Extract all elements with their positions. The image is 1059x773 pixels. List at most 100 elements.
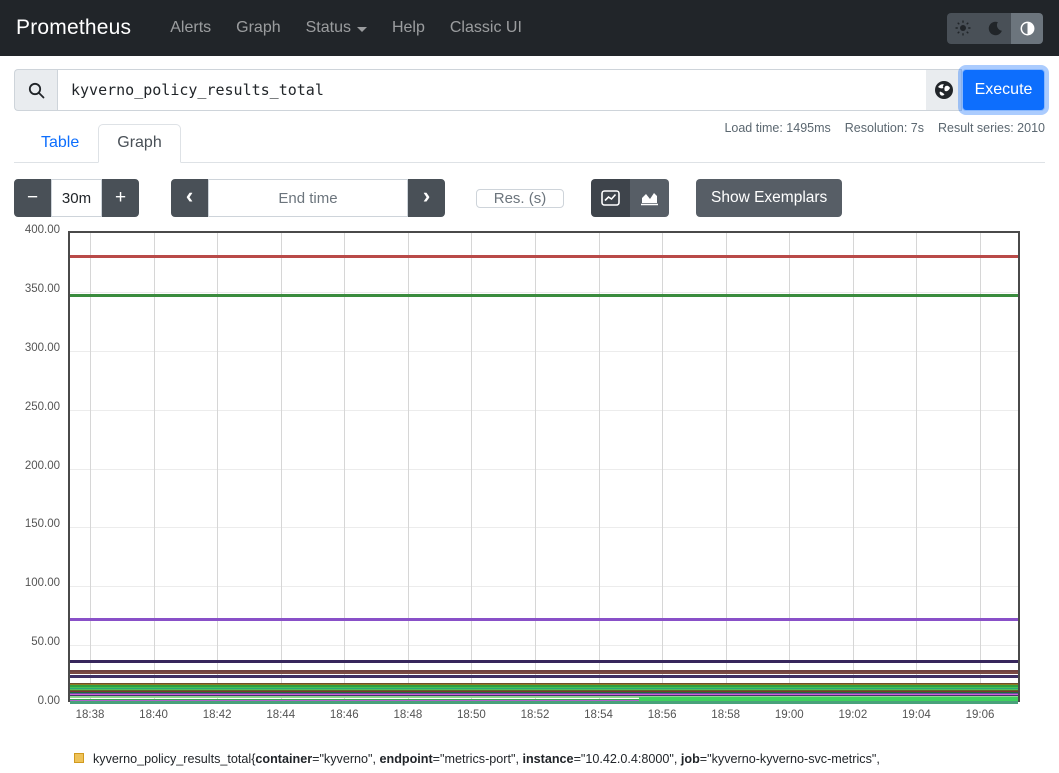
- legend-label: kyverno_policy_results_total{container="…: [93, 749, 927, 773]
- v-gridline: [281, 233, 282, 700]
- h-gridline: [70, 351, 1018, 352]
- v-gridline: [662, 233, 663, 700]
- x-tick-label: 18:50: [457, 709, 486, 721]
- auto-theme-icon: [1020, 21, 1035, 36]
- resolution: Resolution: 7s: [845, 121, 924, 135]
- moon-icon: [988, 21, 1003, 36]
- series-line-flat-26: [70, 672, 1018, 674]
- v-gridline: [344, 233, 345, 700]
- query-row: Execute: [14, 69, 1045, 111]
- v-gridline: [90, 233, 91, 700]
- x-tick-label: 18:54: [584, 709, 613, 721]
- x-tick-label: 18:40: [139, 709, 168, 721]
- h-gridline: [70, 292, 1018, 293]
- tab-bar: Table Graph Load time: 1495ms Resolution…: [14, 119, 1045, 163]
- decrease-range-button[interactable]: −: [14, 179, 51, 217]
- navbar: Prometheus Alerts Graph Status Help Classic …: [0, 0, 1059, 56]
- v-gridline: [535, 233, 536, 700]
- graph-toolbar: − + ‹ › Show Exemplars: [14, 179, 1045, 217]
- sun-icon: [955, 20, 971, 36]
- nav-link-alerts[interactable]: Alerts: [170, 19, 211, 37]
- y-tick-label: 350.00: [14, 283, 60, 295]
- y-tick-label: 150.00: [14, 518, 60, 530]
- v-gridline: [789, 233, 790, 700]
- x-tick-label: 18:52: [521, 709, 550, 721]
- stacked-chart-button[interactable]: [630, 179, 669, 217]
- theme-toggle-group: [947, 13, 1043, 44]
- legend-swatch: [74, 753, 84, 763]
- v-gridline: [980, 233, 981, 700]
- v-gridline: [599, 233, 600, 700]
- nav-link-status[interactable]: Status: [306, 19, 367, 37]
- search-icon: [28, 82, 45, 99]
- x-tick-label: 18:56: [648, 709, 677, 721]
- nav-links: Alerts Graph Status Help Classic UI: [145, 19, 522, 37]
- auto-theme-button[interactable]: [1011, 13, 1043, 44]
- increase-range-button[interactable]: +: [102, 179, 139, 217]
- y-tick-label: 0.00: [14, 695, 60, 707]
- v-gridline: [154, 233, 155, 700]
- tab-graph[interactable]: Graph: [98, 124, 180, 163]
- show-exemplars-button[interactable]: Show Exemplars: [696, 179, 842, 217]
- y-tick-label: 300.00: [14, 342, 60, 354]
- h-gridline: [70, 645, 1018, 646]
- end-time-input[interactable]: [208, 179, 408, 217]
- range-control: − +: [14, 179, 139, 217]
- v-gridline: [217, 233, 218, 700]
- series-line-flat-380: [70, 255, 1018, 258]
- back-time-button[interactable]: ‹: [171, 179, 208, 217]
- execute-button[interactable]: Execute: [962, 69, 1045, 111]
- line-chart-icon: [601, 190, 620, 206]
- h-gridline: [70, 586, 1018, 587]
- x-tick-label: 19:02: [838, 709, 867, 721]
- series-line-flat-23: [70, 675, 1018, 678]
- legend-line: namespace="kyverno", pod="kyverno-kyvern…: [93, 770, 927, 773]
- x-tick-label: 19:00: [775, 709, 804, 721]
- chevron-left-icon: ‹: [186, 196, 193, 200]
- metrics-explorer-globe-icon: [934, 80, 954, 100]
- tab-table[interactable]: Table: [22, 124, 98, 163]
- x-tick-label: 18:38: [76, 709, 105, 721]
- v-gridline: [408, 233, 409, 700]
- highlighted-series-segment: [639, 697, 1018, 701]
- chart-type-toggle: [591, 179, 669, 217]
- load-time: Load time: 1495ms: [724, 121, 830, 135]
- line-chart-button[interactable]: [591, 179, 630, 217]
- y-tick-label: 50.00: [14, 636, 60, 648]
- series-line-flat-36: [70, 660, 1018, 663]
- y-tick-label: 250.00: [14, 401, 60, 413]
- x-tick-label: 18:48: [393, 709, 422, 721]
- x-tick-label: 19:04: [902, 709, 931, 721]
- series-line-flat-347: [70, 294, 1018, 297]
- query-input[interactable]: [57, 69, 926, 111]
- nav-link-graph[interactable]: Graph: [236, 19, 280, 37]
- result-series: Result series: 2010: [938, 121, 1045, 135]
- y-tick-label: 400.00: [14, 224, 60, 236]
- x-tick-label: 18:44: [266, 709, 295, 721]
- x-tick-label: 18:42: [203, 709, 232, 721]
- legend-item[interactable]: kyverno_policy_results_total{container="…: [74, 749, 1045, 773]
- range-input[interactable]: [51, 179, 102, 217]
- query-stats: Load time: 1495ms Resolution: 7s Result …: [724, 121, 1045, 135]
- y-tick-label: 200.00: [14, 460, 60, 472]
- dark-theme-button[interactable]: [979, 13, 1011, 44]
- forward-time-button[interactable]: ›: [408, 179, 445, 217]
- y-tick-label: 100.00: [14, 577, 60, 589]
- area-chart-icon: [640, 190, 659, 206]
- chevron-down-icon: [357, 27, 367, 32]
- v-gridline: [853, 233, 854, 700]
- x-tick-label: 18:58: [711, 709, 740, 721]
- plot-area[interactable]: [68, 231, 1020, 702]
- series-line-flat-1: [70, 701, 1018, 704]
- resolution-input[interactable]: [476, 189, 564, 208]
- app-brand[interactable]: Prometheus: [16, 16, 131, 40]
- chart-container: 0.00 50.00 100.00 150.00 200.00 250.00 300.00 3…: [14, 225, 1045, 725]
- nav-link-classic-ui[interactable]: Classic UI: [450, 19, 522, 37]
- h-gridline: [70, 469, 1018, 470]
- v-gridline: [471, 233, 472, 700]
- light-theme-button[interactable]: [947, 13, 979, 44]
- metrics-explorer-addon[interactable]: [926, 69, 962, 111]
- v-gridline: [726, 233, 727, 700]
- nav-link-help[interactable]: Help: [392, 19, 425, 37]
- x-tick-label: 19:06: [966, 709, 995, 721]
